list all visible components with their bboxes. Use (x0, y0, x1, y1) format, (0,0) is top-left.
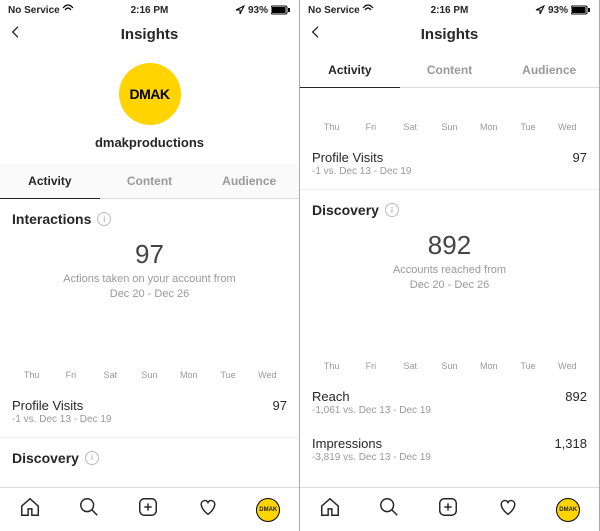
home-icon[interactable] (19, 496, 41, 523)
interactions-sub: Actions taken on your account fromDec 20… (0, 272, 299, 302)
activity-icon[interactable] (197, 496, 219, 523)
info-icon[interactable]: i (85, 451, 99, 465)
avatar[interactable]: DMAK (119, 63, 181, 125)
insights-tabs: Activity Content Audience (0, 164, 299, 199)
discovery-value: 892 (300, 230, 599, 261)
profile-visits-value: 97 (573, 150, 587, 165)
tab-activity[interactable]: Activity (0, 164, 100, 199)
reach-compare: -1,061 vs. Dec 13 - Dec 19 (300, 404, 599, 428)
status-bar: No Service 2:16 PM 93% (300, 0, 599, 18)
profile-nav-icon[interactable]: DMAK (556, 498, 580, 522)
impressions-label: Impressions (312, 436, 382, 451)
back-button[interactable] (8, 24, 28, 45)
clock: 2:16 PM (300, 5, 599, 16)
profile-visits-row[interactable]: Profile Visits 97 (0, 390, 299, 413)
chart-xlabels: ThuFriSatSunMonTueWed (0, 366, 299, 390)
reach-row[interactable]: Reach 892 (300, 381, 599, 404)
nav-header: Insights (0, 18, 299, 53)
profile-visits-label: Profile Visits (12, 398, 83, 413)
interactions-value: 97 (0, 239, 299, 270)
discovery-title: Discoveryi (0, 438, 299, 470)
interactions-title: Interactionsi (0, 199, 299, 231)
profile-visits-row[interactable]: Profile Visits 97 (300, 142, 599, 165)
tab-activity[interactable]: Activity (300, 53, 400, 88)
insights-tabs: Activity Content Audience (300, 53, 599, 88)
home-icon[interactable] (319, 496, 341, 523)
profile-visits-compare: -1 vs. Dec 13 - Dec 19 (300, 165, 599, 189)
tab-content[interactable]: Content (400, 53, 500, 87)
clock: 2:16 PM (0, 5, 299, 16)
profile-visits-label: Profile Visits (312, 150, 383, 165)
reach-value: 892 (565, 389, 587, 404)
partial-chart[interactable] (300, 88, 599, 118)
impressions-compare: -3,819 vs. Dec 13 - Dec 19 (300, 451, 599, 475)
tab-audience[interactable]: Audience (199, 164, 299, 198)
impressions-value: 1,318 (554, 436, 587, 451)
info-icon[interactable]: i (385, 203, 399, 217)
info-icon[interactable]: i (97, 212, 111, 226)
tab-content[interactable]: Content (100, 164, 200, 198)
discovery-sub: Accounts reached fromDec 20 - Dec 26 (300, 263, 599, 293)
chart-xlabels: ThuFriSatSunMonTueWed (300, 118, 599, 142)
nav-header: Insights (300, 18, 599, 53)
profile-visits-value: 97 (273, 398, 287, 413)
discovery-title: Discoveryi (300, 190, 599, 222)
profile-block: DMAK dmakproductions (0, 53, 299, 164)
create-icon[interactable] (437, 496, 459, 523)
phone-left: No Service 2:16 PM 93% Insights DMAK dma… (0, 0, 299, 531)
profile-nav-icon[interactable]: DMAK (256, 498, 280, 522)
chart-xlabels: ThuFriSatSunMonTueWed (300, 357, 599, 381)
status-bar: No Service 2:16 PM 93% (0, 0, 299, 18)
interactions-chart[interactable] (0, 302, 299, 366)
page-title: Insights (28, 26, 271, 43)
search-icon[interactable] (378, 496, 400, 523)
discovery-chart[interactable] (300, 293, 599, 357)
activity-icon[interactable] (497, 496, 519, 523)
reach-label: Reach (312, 389, 350, 404)
impressions-row[interactable]: Impressions 1,318 (300, 428, 599, 451)
search-icon[interactable] (78, 496, 100, 523)
tab-audience[interactable]: Audience (499, 53, 599, 87)
back-button[interactable] (308, 24, 328, 45)
page-title: Insights (328, 26, 571, 43)
create-icon[interactable] (137, 496, 159, 523)
profile-visits-compare: -1 vs. Dec 13 - Dec 19 (0, 413, 299, 437)
bottom-nav: DMAK (300, 487, 599, 531)
username: dmakproductions (95, 135, 204, 150)
bottom-nav: DMAK (0, 487, 299, 531)
phone-right: No Service 2:16 PM 93% Insights Activity… (300, 0, 599, 531)
